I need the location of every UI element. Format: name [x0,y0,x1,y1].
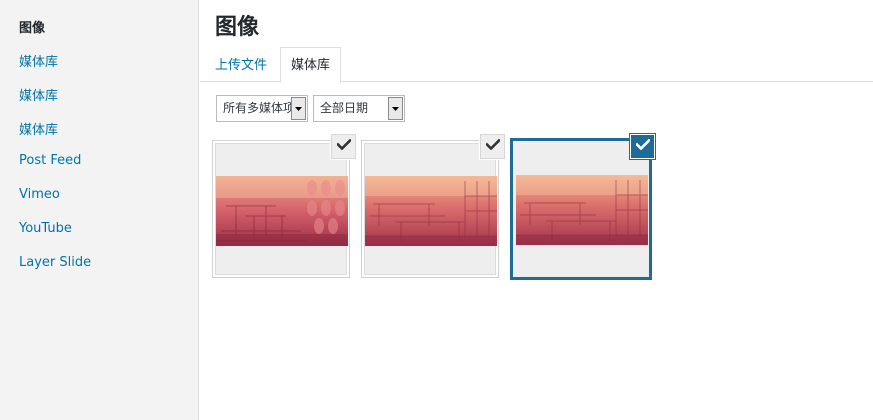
checkmark-icon [634,138,651,154]
sidebar-item-media-library-1[interactable]: 媒体库 [19,51,58,70]
thumbnail-image [516,175,648,245]
media-sidebar: 图像 媒体库 媒体库 媒体库 Post Feed Vimeo YouTube L… [0,0,199,420]
tab-media-library[interactable]: 媒体库 [280,47,342,83]
attachment-thumbnail-selected[interactable] [510,138,652,280]
sidebar-item-vimeo[interactable]: Vimeo [19,187,60,202]
sidebar-item-media-library-2[interactable]: 媒体库 [19,85,58,104]
checkmark-icon [335,138,352,154]
chevron-down-icon [388,97,403,120]
media-type-filter-value: 所有多媒体项目 [223,101,291,115]
thumbnail-image [365,176,497,246]
page-title: 图像 [215,15,260,40]
date-filter-value: 全部日期 [320,101,369,115]
sidebar-item-layer-slide[interactable]: Layer Slide [19,255,91,270]
tab-upload-files[interactable]: 上传文件 [215,47,267,82]
sidebar-item-media-library-3[interactable]: 媒体库 [19,119,58,138]
attachment-thumbnail[interactable] [212,140,350,278]
sidebar-item-post-feed[interactable]: Post Feed [19,153,81,168]
attachment-check-button[interactable] [630,134,655,159]
checkmark-icon [484,138,501,154]
attachment-check-button[interactable] [480,134,505,159]
thumbnail-image [216,176,348,246]
sidebar-item-youtube[interactable]: YouTube [19,221,72,236]
sidebar-title: 图像 [19,21,46,36]
date-filter-select[interactable]: 全部日期 [313,95,405,122]
media-type-filter-select[interactable]: 所有多媒体项目 [216,95,308,122]
attachment-thumbnail[interactable] [361,140,499,278]
media-frame-content: 图像 上传文件 媒体库 所有多媒体项目 全部日期 [200,0,873,420]
attachment-check-button[interactable] [331,134,356,159]
chevron-down-icon [291,97,306,120]
